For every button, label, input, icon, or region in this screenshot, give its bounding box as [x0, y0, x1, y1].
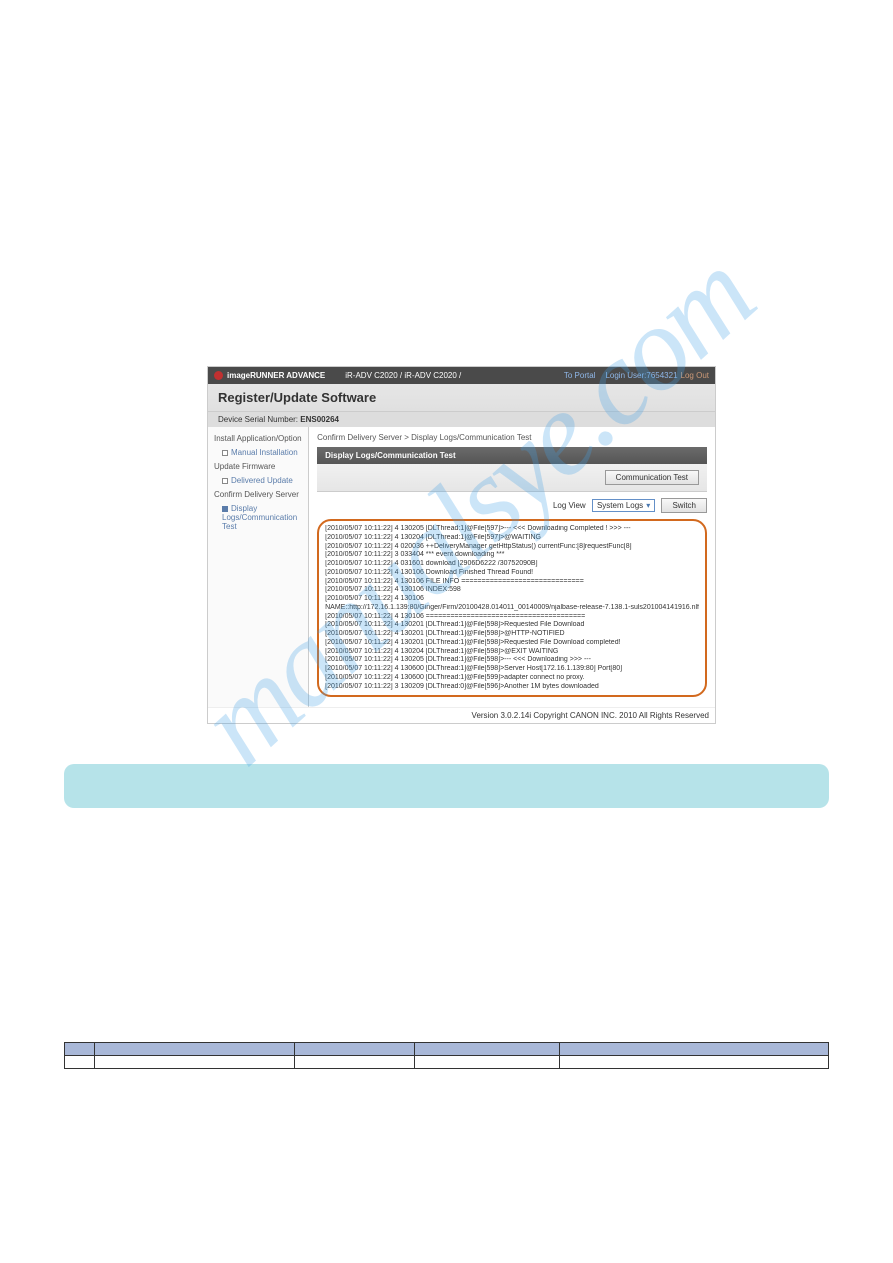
log-line: [2010/05/07 10:11:22] 4 130106	[325, 595, 699, 604]
sidebar: Install Application/Option Manual Instal…	[208, 427, 309, 707]
sidebar-head-update: Update Firmware	[208, 459, 308, 474]
switch-button[interactable]: Switch	[661, 498, 707, 513]
log-line: [2010/05/07 10:11:22] 4 031601 download …	[325, 560, 699, 569]
sidebar-item-label: Delivered Update	[231, 476, 293, 485]
login-user: 7654321	[646, 371, 677, 380]
th-code	[295, 1043, 415, 1056]
log-line: [2010/05/07 10:11:22] 4 130201 [DLThread…	[325, 630, 699, 639]
log-line: [2010/05/07 10:11:22] 4 130201 [DLThread…	[325, 621, 699, 630]
th-cause	[415, 1043, 560, 1056]
log-line: [2010/05/07 10:11:22] 4 130204 [DLThread…	[325, 648, 699, 657]
logview-select-value: System Logs	[597, 501, 643, 510]
td-remedy	[560, 1056, 829, 1069]
log-line: [2010/05/07 10:11:22] 4 130106 FILE INFO…	[325, 578, 699, 587]
log-line: [2010/05/07 10:11:22] 4 130204 [DLThread…	[325, 534, 699, 543]
sidebar-item-label: Display Logs/Communication Test	[222, 504, 297, 531]
table-header-row	[65, 1043, 829, 1056]
communication-test-button[interactable]: Communication Test	[605, 470, 699, 485]
bullet-icon	[222, 450, 228, 456]
logview-label: Log View	[553, 501, 586, 510]
table-row	[65, 1056, 829, 1069]
login-user-label: Login User:7654321	[605, 371, 677, 380]
td-no	[65, 1056, 95, 1069]
log-area: [2010/05/07 10:11:22] 4 130205 [DLThread…	[317, 519, 707, 697]
th-symptom	[95, 1043, 295, 1056]
sidebar-head-install: Install Application/Option	[208, 431, 308, 446]
logview-select[interactable]: System Logs▾	[592, 499, 655, 512]
log-line: [2010/05/07 10:11:22] 4 130106 INDEX:598	[325, 586, 699, 595]
error-table	[64, 1042, 829, 1069]
sidebar-item-manual-install[interactable]: Manual Installation	[208, 446, 308, 459]
app-header: imageRUNNER ADVANCE iR-ADV C2020 / iR-AD…	[208, 367, 715, 384]
log-line: [2010/05/07 10:11:22] 4 130205 [DLThread…	[325, 656, 699, 665]
main-content: Confirm Delivery Server > Display Logs/C…	[309, 427, 715, 707]
log-line: [2010/05/07 10:11:22] 4 130600 [DLThread…	[325, 674, 699, 683]
sidebar-item-label: Manual Installation	[231, 448, 298, 457]
logview-row: Log View System Logs▾ Switch	[317, 492, 707, 519]
sidebar-head-confirm: Confirm Delivery Server	[208, 487, 308, 502]
log-line: [2010/05/07 10:11:22] 3 033404 *** event…	[325, 551, 699, 560]
serial-row: Device Serial Number: ENS00264	[208, 412, 715, 427]
th-no	[65, 1043, 95, 1056]
portal-link[interactable]: To Portal	[564, 371, 596, 380]
sidebar-item-display-logs[interactable]: Display Logs/Communication Test	[208, 502, 308, 533]
brand-label: imageRUNNER ADVANCE	[227, 371, 325, 380]
logout-link[interactable]: Log Out	[681, 371, 709, 380]
screenshot-panel: imageRUNNER ADVANCE iR-ADV C2020 / iR-AD…	[207, 366, 716, 724]
note-box	[64, 764, 829, 808]
chevron-down-icon: ▾	[646, 501, 650, 510]
logo-icon	[214, 371, 223, 380]
model-label: iR-ADV C2020 / iR-ADV C2020 /	[345, 371, 461, 380]
th-remedy	[560, 1043, 829, 1056]
log-line: [2010/05/07 10:11:22] 4 020036 ++Deliver…	[325, 543, 699, 552]
log-line: [2010/05/07 10:11:22] 4 130106 =========…	[325, 613, 699, 622]
version-footer: Version 3.0.2.14i Copyright CANON INC. 2…	[208, 707, 715, 723]
td-cause	[415, 1056, 560, 1069]
log-line: NAME::http://172.16.1.139:80/Ginger/Firm…	[325, 604, 699, 613]
page-header: Register/Update Software	[208, 384, 715, 412]
td-symptom	[95, 1056, 295, 1069]
td-code	[295, 1056, 415, 1069]
sidebar-item-delivered-update[interactable]: Delivered Update	[208, 474, 308, 487]
bullet-icon	[222, 506, 228, 512]
log-line: [2010/05/07 10:11:22] 4 130205 [DLThread…	[325, 525, 699, 534]
bullet-icon	[222, 478, 228, 484]
log-line: [2010/05/07 10:11:22] 4 130600 [DLThread…	[325, 665, 699, 674]
serial-value: ENS00264	[300, 415, 339, 424]
button-row: Communication Test	[317, 464, 707, 492]
panel-title: Display Logs/Communication Test	[317, 447, 707, 464]
serial-label: Device Serial Number:	[218, 415, 298, 424]
page-title: Register/Update Software	[218, 390, 705, 405]
breadcrumb: Confirm Delivery Server > Display Logs/C…	[317, 433, 707, 442]
log-line: [2010/05/07 10:11:22] 3 130209 [DLThread…	[325, 683, 699, 692]
login-label: Login User:	[605, 371, 646, 380]
log-line: [2010/05/07 10:11:22] 4 130201 [DLThread…	[325, 639, 699, 648]
log-line: [2010/05/07 10:11:22] 4 130106 Download …	[325, 569, 699, 578]
